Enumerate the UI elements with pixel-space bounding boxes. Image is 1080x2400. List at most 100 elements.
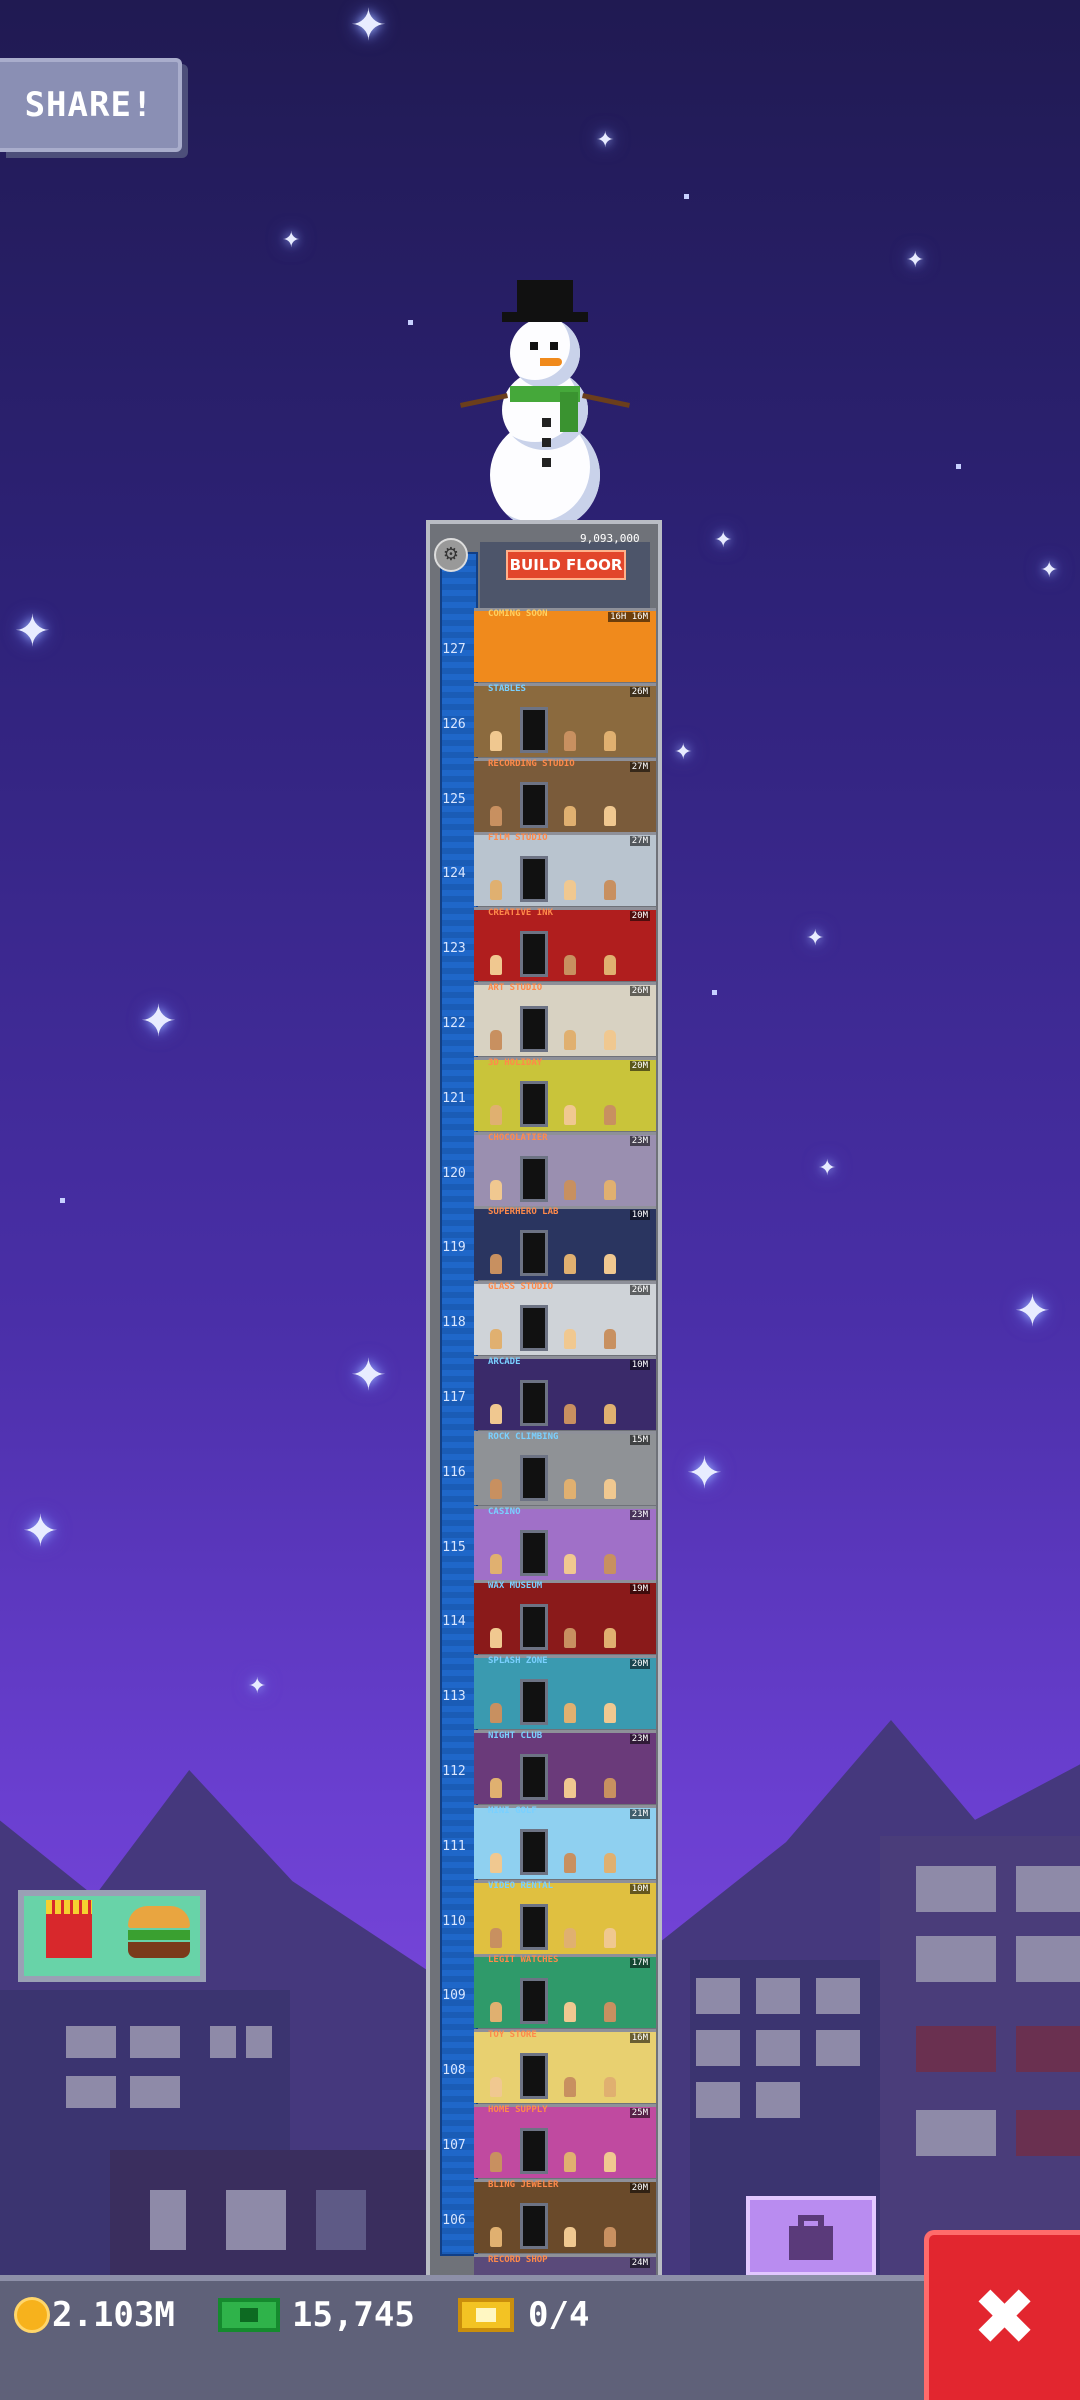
close-button[interactable]: ✖ xyxy=(924,2230,1080,2400)
floor-117[interactable]: ARCADE 10M xyxy=(474,1356,656,1430)
floor-112[interactable]: NIGHT CLUB 23M xyxy=(474,1730,656,1804)
bitizen[interactable] xyxy=(490,1853,502,1873)
bitizen[interactable] xyxy=(490,2077,502,2097)
floor-name: WAX MUSEUM xyxy=(488,1581,543,1591)
floor-127[interactable]: COMING SOON 16H 16M xyxy=(474,608,656,682)
bitizen[interactable] xyxy=(490,2002,502,2022)
bitizen[interactable] xyxy=(604,1554,616,1574)
bitizen[interactable] xyxy=(564,1180,576,1200)
bitizen[interactable] xyxy=(604,1778,616,1798)
floor-121[interactable]: 3D HOLIDAY 20M xyxy=(474,1057,656,1131)
bitizen[interactable] xyxy=(604,2152,616,2172)
bitizen[interactable] xyxy=(604,880,616,900)
bitizen[interactable] xyxy=(564,1404,576,1424)
build-floor-button[interactable]: BUILD FLOOR xyxy=(506,550,626,580)
bitizen[interactable] xyxy=(604,1928,616,1948)
bitizen[interactable] xyxy=(564,1628,576,1648)
bitizen[interactable] xyxy=(564,955,576,975)
elevator-icon[interactable]: ⚙ xyxy=(434,538,468,572)
floor-107[interactable]: HOME SUPPLY 25M xyxy=(474,2104,656,2178)
bitizen[interactable] xyxy=(490,1329,502,1349)
floor-116[interactable]: ROCK CLIMBING 15M xyxy=(474,1431,656,1505)
bitizen[interactable] xyxy=(564,880,576,900)
bitizen[interactable] xyxy=(490,1628,502,1648)
bitizen[interactable] xyxy=(564,2002,576,2022)
bitizen[interactable] xyxy=(564,2152,576,2172)
bitizen[interactable] xyxy=(564,1479,576,1499)
bitizen[interactable] xyxy=(490,2152,502,2172)
bitizen[interactable] xyxy=(564,2227,576,2247)
bitizen[interactable] xyxy=(490,1404,502,1424)
bitizen[interactable] xyxy=(604,1329,616,1349)
floor-123[interactable]: CREATIVE INK 20M xyxy=(474,907,656,981)
floor-number: 106 xyxy=(442,2213,466,2228)
floor-126[interactable]: STABLES 26M xyxy=(474,683,656,757)
bitizen[interactable] xyxy=(564,806,576,826)
bitizen[interactable] xyxy=(604,955,616,975)
bitizen[interactable] xyxy=(490,1479,502,1499)
bitizen[interactable] xyxy=(490,731,502,751)
bitizen[interactable] xyxy=(604,2077,616,2097)
bitizen[interactable] xyxy=(564,1030,576,1050)
floor-number: 107 xyxy=(442,2138,466,2153)
bitizen[interactable] xyxy=(604,1479,616,1499)
bitizen[interactable] xyxy=(490,955,502,975)
floor-number: 114 xyxy=(442,1614,466,1629)
bitizen[interactable] xyxy=(604,2227,616,2247)
share-button[interactable]: SHARE! xyxy=(0,58,182,152)
bitizen[interactable] xyxy=(490,1030,502,1050)
bitizen[interactable] xyxy=(490,2227,502,2247)
bitizen[interactable] xyxy=(604,2002,616,2022)
floor-120[interactable]: CHOCOLATIER 23M xyxy=(474,1132,656,1206)
bitizen[interactable] xyxy=(490,1254,502,1274)
floor-114[interactable]: WAX MUSEUM 19M xyxy=(474,1580,656,1654)
floor-125[interactable]: RECORDING STUDIO 27M xyxy=(474,758,656,832)
bitizen[interactable] xyxy=(490,1703,502,1723)
floor-122[interactable]: ART STUDIO 26M xyxy=(474,982,656,1056)
bitizen[interactable] xyxy=(604,1853,616,1873)
floor-108[interactable]: TOY STORE 16M xyxy=(474,2029,656,2103)
bitizen[interactable] xyxy=(564,1853,576,1873)
bitizen[interactable] xyxy=(564,731,576,751)
bitizen[interactable] xyxy=(604,1180,616,1200)
floor-109[interactable]: LEGIT WATCHES 17M xyxy=(474,1954,656,2028)
floor-111[interactable]: MINI GOLF 21M xyxy=(474,1805,656,1879)
floor-name: 3D HOLIDAY xyxy=(488,1058,543,1068)
floor-119[interactable]: SUPERHERO LAB 10M xyxy=(474,1206,656,1280)
bitizen[interactable] xyxy=(604,806,616,826)
floor-door xyxy=(520,1604,548,1650)
floor-118[interactable]: GLASS STUDIO 26M xyxy=(474,1281,656,1355)
floor-110[interactable]: VIDEO RENTAL 10M xyxy=(474,1880,656,1954)
bitizen[interactable] xyxy=(564,1254,576,1274)
food-billboard[interactable] xyxy=(18,1890,206,1982)
bitizen[interactable] xyxy=(490,1928,502,1948)
floor-124[interactable]: FILM STUDIO 27M xyxy=(474,832,656,906)
bitizen[interactable] xyxy=(490,880,502,900)
bitizen[interactable] xyxy=(564,1778,576,1798)
bitizen[interactable] xyxy=(604,1703,616,1723)
bitizen[interactable] xyxy=(490,1778,502,1798)
bitizen[interactable] xyxy=(490,1105,502,1125)
bitizen[interactable] xyxy=(604,731,616,751)
bitizen[interactable] xyxy=(604,1404,616,1424)
bitizen[interactable] xyxy=(604,1030,616,1050)
bitizen[interactable] xyxy=(604,1254,616,1274)
floor-name: GLASS STUDIO xyxy=(488,1282,554,1292)
floor-name: BLING JEWELER xyxy=(488,2180,559,2190)
bitizen[interactable] xyxy=(564,1105,576,1125)
shop-button[interactable] xyxy=(746,2196,876,2276)
bitizen[interactable] xyxy=(604,1628,616,1648)
bitizen[interactable] xyxy=(490,1180,502,1200)
floor-106[interactable]: BLING JEWELER 20M xyxy=(474,2179,656,2253)
floor-115[interactable]: CASINO 23M xyxy=(474,1506,656,1580)
star: ✦ xyxy=(714,528,733,553)
bitizen[interactable] xyxy=(490,1554,502,1574)
bitizen[interactable] xyxy=(564,1329,576,1349)
bitizen[interactable] xyxy=(490,806,502,826)
bitizen[interactable] xyxy=(564,1703,576,1723)
floor-113[interactable]: SPLASH ZONE 20M xyxy=(474,1655,656,1729)
bitizen[interactable] xyxy=(604,1105,616,1125)
bitizen[interactable] xyxy=(564,2077,576,2097)
bitizen[interactable] xyxy=(564,1928,576,1948)
bitizen[interactable] xyxy=(564,1554,576,1574)
